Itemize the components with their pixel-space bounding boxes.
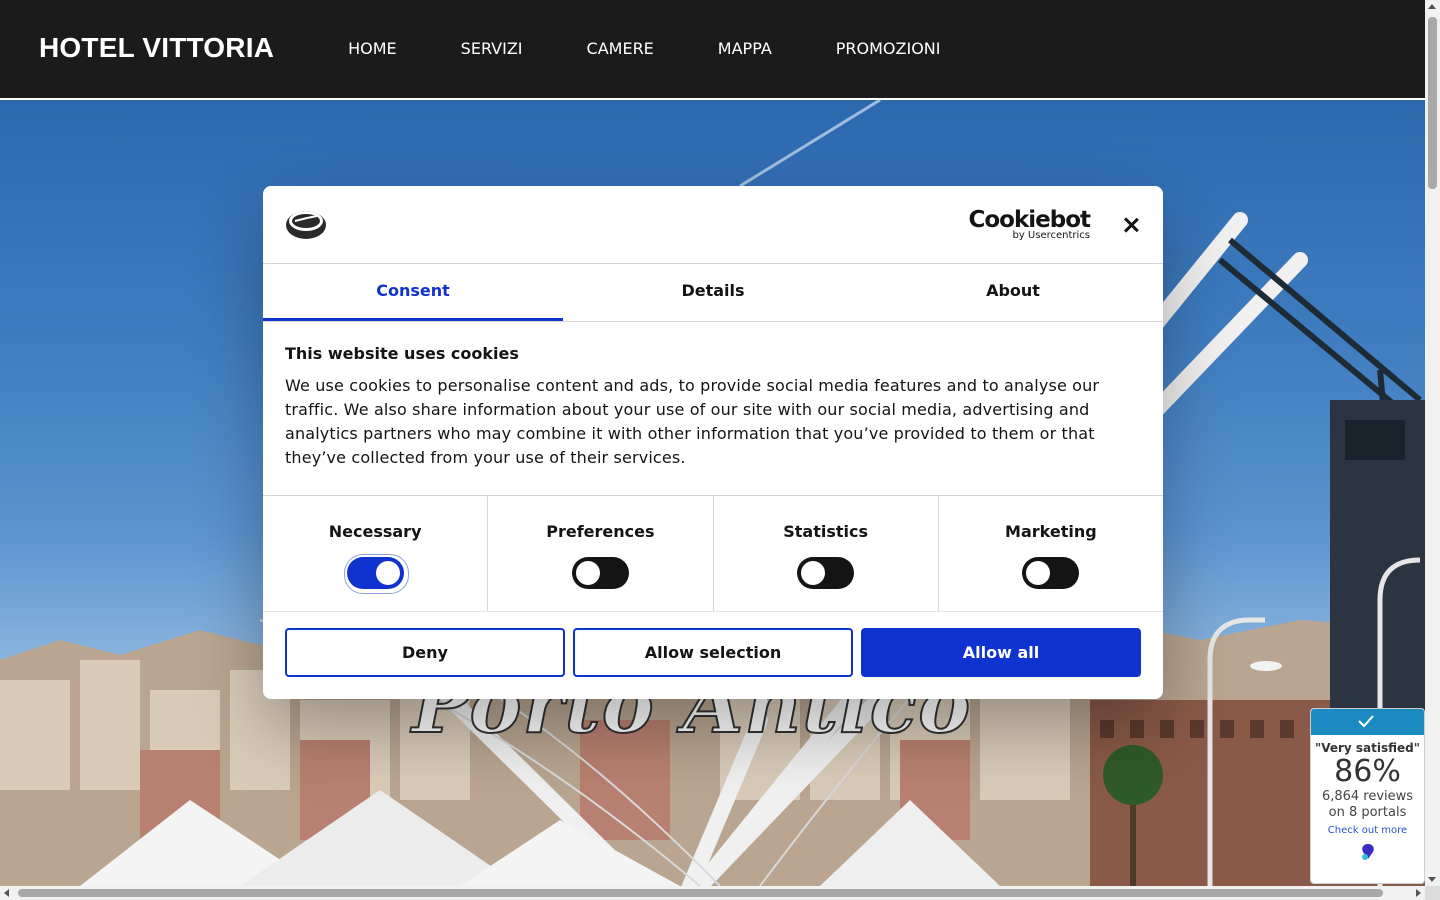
review-brand-icon (1361, 844, 1374, 860)
consent-title: This website uses cookies (285, 344, 519, 363)
horizontal-scroll-thumb[interactable] (18, 889, 1383, 897)
dialog-tabs: Consent Details About (263, 264, 1163, 322)
scroll-down-icon[interactable] (1428, 877, 1436, 882)
nav-servizi[interactable]: SERVIZI (461, 39, 523, 58)
main-nav: HOME SERVIZI CAMERE MAPPA PROMOZIONI (320, 39, 1004, 58)
allow-selection-button[interactable]: Allow selection (573, 628, 853, 677)
allow-all-button[interactable]: Allow all (861, 628, 1141, 677)
toggle-label-preferences: Preferences (546, 522, 655, 541)
marketing-toggle[interactable] (1022, 557, 1080, 589)
tab-about[interactable]: About (863, 264, 1163, 321)
review-quote: "Very satisfied" (1314, 741, 1421, 755)
tab-consent[interactable]: Consent (263, 264, 563, 321)
preferences-toggle[interactable] (571, 557, 629, 589)
nav-mappa[interactable]: MAPPA (718, 39, 772, 58)
cookiebot-logo[interactable]: Cookiebot by Usercentrics (968, 207, 1091, 241)
toggle-label-marketing: Marketing (1005, 522, 1097, 541)
site-brand-icon (286, 211, 326, 239)
review-check-out-more-link[interactable]: Check out more (1311, 825, 1424, 836)
nav-promozioni[interactable]: PROMOZIONI (836, 39, 941, 58)
toggle-cell-marketing: Marketing (939, 496, 1163, 611)
toggle-knob (1026, 561, 1051, 585)
toggle-cell-preferences: Preferences (488, 496, 714, 611)
dialog-header: Cookiebot by Usercentrics (263, 186, 1163, 264)
nav-home[interactable]: HOME (348, 39, 397, 58)
scroll-left-icon[interactable] (4, 889, 9, 897)
toggle-label-statistics: Statistics (783, 522, 868, 541)
statistics-toggle[interactable] (797, 557, 855, 589)
vertical-scrollbar[interactable] (1425, 0, 1440, 886)
scrollbar-corner (1425, 886, 1440, 900)
toggle-label-necessary: Necessary (328, 522, 422, 541)
site-logo[interactable]: HOTEL VITTORIA (39, 32, 274, 64)
cookie-consent-dialog: Cookiebot by Usercentrics Consent Detail… (263, 186, 1163, 699)
necessary-toggle[interactable] (343, 554, 409, 594)
review-widget[interactable]: "Very satisfied" 86% 6,864 reviews on 8 … (1310, 708, 1425, 884)
toggle-cell-statistics: Statistics (714, 496, 939, 611)
cookiebot-wordmark: Cookiebot (968, 207, 1091, 233)
tab-details[interactable]: Details (563, 264, 863, 321)
toggle-cell-necessary: Necessary (263, 496, 489, 611)
deny-button[interactable]: Deny (285, 628, 565, 677)
close-icon[interactable] (1119, 213, 1143, 237)
review-count: 6,864 reviews (1321, 789, 1414, 804)
vertical-scroll-thumb[interactable] (1428, 17, 1437, 189)
cookie-category-toggles: Necessary Preferences Statistics Marketi… (263, 496, 1163, 612)
scroll-up-icon[interactable] (1428, 4, 1436, 9)
site-header: HOTEL VITTORIA HOME SERVIZI CAMERE MAPPA… (0, 0, 1425, 100)
review-widget-header (1311, 709, 1424, 735)
consent-body: This website uses cookies We use cookies… (263, 322, 1163, 496)
checkmark-icon (1358, 715, 1374, 728)
nav-camere[interactable]: CAMERE (587, 39, 654, 58)
consent-description: We use cookies to personalise content an… (285, 376, 1100, 467)
horizontal-scrollbar[interactable] (0, 886, 1425, 900)
toggle-knob (575, 561, 600, 585)
review-portals: on 8 portals (1328, 805, 1407, 820)
toggle-knob (375, 561, 400, 585)
dialog-buttons: Deny Allow selection Allow all (263, 612, 1163, 677)
review-percent: 86% (1334, 754, 1401, 789)
toggle-knob (801, 561, 826, 585)
scroll-right-icon[interactable] (1416, 889, 1421, 897)
